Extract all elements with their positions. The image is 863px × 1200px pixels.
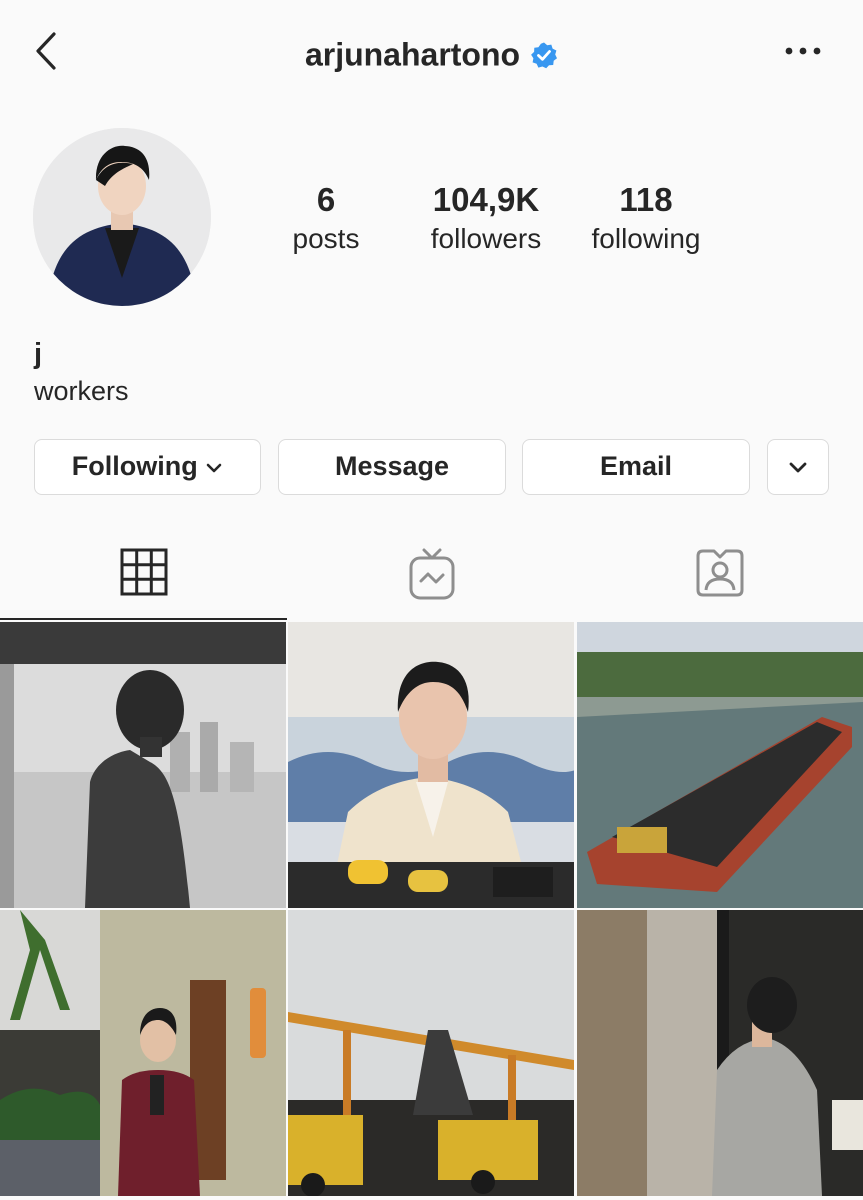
stat-following[interactable]: 118 following [566, 178, 726, 256]
igtv-icon [409, 548, 454, 600]
email-button[interactable]: Email [522, 439, 750, 495]
chevron-down-icon [206, 463, 222, 473]
tab-tagged[interactable] [576, 530, 863, 618]
stat-value: 104,9K [432, 181, 540, 218]
verified-badge-icon [531, 42, 558, 68]
post-image [288, 622, 574, 908]
post-image [0, 622, 286, 908]
grid-icon [120, 548, 167, 596]
post-image [577, 622, 863, 908]
avatar-image [33, 128, 211, 306]
message-button[interactable]: Message [278, 439, 506, 495]
post-image [577, 910, 863, 1196]
stat-value: 118 [619, 181, 673, 218]
profile-display-name: j [34, 338, 43, 370]
post-thumbnail-5[interactable] [288, 910, 574, 1196]
chevron-down-icon [789, 462, 807, 473]
tagged-icon [696, 549, 743, 597]
more-horizontal-icon [785, 47, 821, 55]
suggested-accounts-button[interactable] [767, 439, 829, 495]
post-thumbnail-6[interactable] [577, 910, 863, 1196]
profile-tabs [0, 530, 863, 620]
more-options-button[interactable] [783, 36, 823, 66]
message-button-label: Message [334, 451, 450, 481]
stat-followers[interactable]: 104,9K followers [406, 178, 566, 256]
top-bar: arjunahartono [0, 0, 863, 104]
following-button-label: Following [71, 451, 198, 481]
username: arjunahartono [304, 36, 521, 73]
profile-stats: 6 posts 104,9K followers 118 following [270, 178, 730, 268]
profile-avatar[interactable] [33, 128, 211, 306]
tab-igtv[interactable] [288, 530, 575, 618]
profile-header-title: arjunahartono [0, 30, 863, 74]
post-thumbnail-2[interactable] [288, 622, 574, 908]
post-thumbnail-3[interactable] [577, 622, 863, 908]
post-image [288, 910, 574, 1196]
stat-value: 6 [316, 181, 336, 218]
post-thumbnail-4[interactable] [0, 910, 286, 1196]
post-thumbnail-1[interactable] [0, 622, 286, 908]
post-image [0, 910, 286, 1196]
tab-posts-grid[interactable] [0, 530, 287, 620]
posts-grid [0, 622, 863, 1200]
email-button-label: Email [599, 451, 673, 481]
following-button[interactable]: Following [34, 439, 261, 495]
stat-label: following [591, 223, 701, 254]
stat-label: posts [292, 223, 360, 254]
profile-bio: workers [34, 376, 129, 406]
active-tab-indicator [0, 618, 287, 620]
stat-posts[interactable]: 6 posts [246, 178, 406, 256]
stat-label: followers [430, 223, 542, 254]
